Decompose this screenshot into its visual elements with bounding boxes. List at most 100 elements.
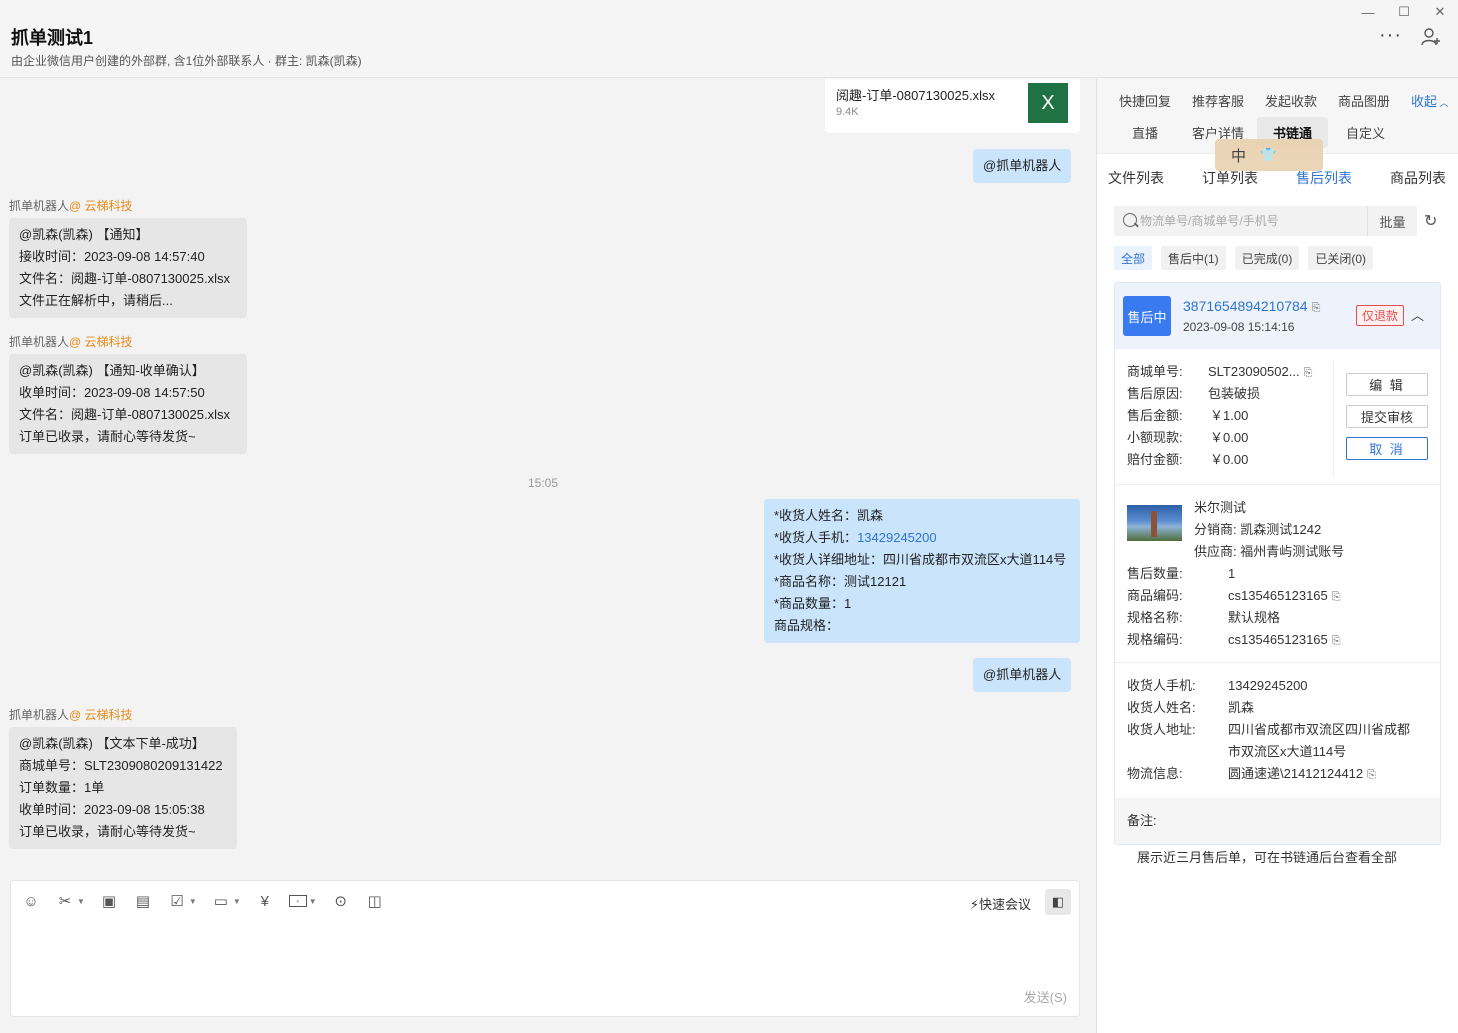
message-line: 接收时间：2023-09-08 14:57:40 [19,249,205,264]
search-icon [1123,213,1137,227]
sender-name[interactable]: 抓单机器人 [9,335,69,349]
search-box: 批量 [1114,206,1417,236]
folder-icon[interactable]: ▭ [211,891,231,911]
supplier-row: 供应商: 福州青屿测试账号 [1194,544,1345,559]
search-input[interactable] [1140,206,1360,236]
footer-note: 展示近三月售后单，可在书链通后台查看全部 [1137,850,1398,865]
message-list[interactable]: 阅趣-订单-0807130025.xlsx 9.4K X @抓单机器人 抓单机器… [0,79,1096,877]
product-thumbnail[interactable] [1127,505,1182,541]
message-line: *收货人姓名：凯森 [774,508,884,523]
filter-completed[interactable]: 已完成(0) [1234,246,1300,270]
tab-product-list[interactable]: 商品列表 [1390,168,1446,188]
minimize-icon[interactable]: — [1350,2,1386,22]
tab-quick-reply[interactable]: 快捷回复 [1119,91,1171,110]
window-controls: — ☐ ✕ [1350,2,1458,22]
input-method-floater[interactable]: 中 👕 [1215,139,1323,171]
side-panel-toggle-icon[interactable]: ◧ [1045,889,1071,915]
message-line: *商品数量：1 [774,596,852,611]
bot-message[interactable]: @凯森(凯森) 【文本下单-成功】 商城单号：SLT23090802091314… [9,727,237,849]
sender-name[interactable]: 抓单机器人 [9,199,69,213]
refund-info-section: 商城单号: SLT23090502... ⎘ 售后原因: 包装破损 售后金额: ￥1.0… [1115,349,1440,485]
logistics-row: 物流信息: 圆通速递\21412124412 ⎘ [1127,763,1376,786]
status-filters: 全部 售后中(1) 已完成(0) 已关闭(0) [1114,246,1382,270]
copy-icon[interactable]: ⎘ [1312,302,1321,315]
bot-message[interactable]: @凯森(凯森) 【通知】 接收时间：2023-09-08 14:57:40 文件… [9,218,247,318]
live-icon[interactable]: ◦ [288,895,307,907]
lightning-icon: ⚡ [969,897,979,912]
message-line: 订单已收录，请耐心等待发货~ [19,429,196,444]
message-line: 订单已收录，请耐心等待发货~ [19,824,196,839]
tab-payment[interactable]: 发起收款 [1265,91,1317,110]
batch-button[interactable]: 批量 [1367,206,1417,236]
emoji-icon[interactable]: ☺ [21,891,41,911]
more-tools-icon[interactable]: ⊙ [331,891,351,911]
status-badge: 售后中 [1123,296,1171,336]
tab-live[interactable]: 直播 [1132,123,1158,142]
chevron-down-icon[interactable]: ▼ [309,897,317,906]
copy-icon[interactable]: ⎘ [1304,362,1313,384]
edit-button[interactable]: 编 辑 [1346,373,1428,396]
file-message[interactable]: 阅趣-订单-0807130025.xlsx 9.4K X [825,79,1080,133]
quick-meeting-button[interactable]: ⚡快速会议 [970,894,1031,913]
ime-mode: 中 [1231,147,1247,165]
message-line: *商品名称：测试12121 [774,574,907,589]
product-section: 米尔测试 分销商: 凯森测试1242 供应商: 福州青屿测试账号 售后数量: 1 … [1115,485,1440,663]
add-member-icon[interactable] [1420,26,1442,48]
message-line: 订单数量：1单 [19,780,105,795]
tab-custom[interactable]: 自定义 [1346,123,1385,142]
task-icon[interactable]: ☑ [167,891,187,911]
payment-icon[interactable]: ¥ [255,891,275,911]
time-separator: 15:05 [528,476,559,490]
screenshot-icon[interactable]: ✂ [55,891,75,911]
chevron-down-icon[interactable]: ▼ [189,897,197,906]
image-icon[interactable]: ▣ [99,891,119,911]
mention-message[interactable]: @抓单机器人 [973,658,1072,692]
compensation-row: 赔付金额: ￥0.00 [1127,452,1249,467]
bot-message[interactable]: @凯森(凯森) 【通知-收单确认】 收单时间：2023-09-08 14:57:… [9,354,247,454]
copy-icon[interactable]: ⎘ [1367,764,1376,786]
amount-row: 售后金额: ￥1.00 [1127,408,1249,423]
feedback-icon[interactable]: ◫ [365,891,385,911]
sender-name[interactable]: 抓单机器人 [9,708,69,722]
send-button[interactable]: 发送(S) [1024,987,1067,1006]
cancel-button[interactable]: 取 消 [1346,437,1428,460]
tab-product-album[interactable]: 商品图册 [1338,91,1390,110]
filter-in-progress[interactable]: 售后中(1) [1161,246,1226,270]
remark-label: 备注: [1127,813,1157,828]
collapse-button[interactable]: 收起 ︿ [1411,91,1449,110]
file-name: 阅趣-订单-0807130025.xlsx [836,88,995,103]
more-options-icon[interactable]: ··· [1379,24,1402,47]
qty-row: 售后数量: 1 [1127,566,1236,581]
message-line: *收货人手机：13429245200 [774,530,937,545]
mention-message[interactable]: @抓单机器人 [973,149,1072,183]
refresh-icon[interactable]: ↻ [1424,211,1437,231]
tab-file-list[interactable]: 文件列表 [1108,168,1164,188]
side-panel: 快捷回复 推荐客服 发起收款 商品图册 收起 ︿ 直播 客户详情 书链通 自定义… [1096,79,1458,1033]
filter-closed[interactable]: 已关闭(0) [1308,246,1374,270]
copy-icon[interactable]: ⎘ [1332,586,1341,608]
message-composer[interactable]: ☺ ✂ ▼ ▣ ▤ ☑ ▼ ▭ ▼ ¥ ◦ ▼ ⊙ ◫ ⚡快速会议 ◧ 发送(S) [10,880,1080,1017]
chevron-up-icon: ︿ [1437,98,1449,108]
maximize-icon[interactable]: ☐ [1386,2,1422,22]
tab-after-sales-list[interactable]: 售后列表 [1296,168,1352,188]
chevron-down-icon[interactable]: ▼ [233,897,241,906]
card-header[interactable]: 售后中 3871654894210784 ⎘ 2023-09-08 15:14:1… [1115,283,1440,349]
sender-label: 抓单机器人@ 云梯科技 [9,333,133,350]
phone-link[interactable]: 13429245200 [857,530,937,545]
chevron-up-icon[interactable]: ︿ [1411,305,1424,324]
document-icon[interactable]: ▤ [133,891,153,911]
submit-review-button[interactable]: 提交审核 [1346,405,1428,428]
tab-recommend-agent[interactable]: 推荐客服 [1192,91,1244,110]
order-number[interactable]: 3871654894210784 ⎘ [1183,298,1320,315]
order-message[interactable]: *收货人姓名：凯森 *收货人手机：13429245200 *收货人详细地址：四川… [764,499,1080,643]
copy-icon[interactable]: ⎘ [1332,630,1341,652]
tab-order-list[interactable]: 订单列表 [1202,168,1258,188]
chevron-down-icon[interactable]: ▼ [77,897,85,906]
remark-section[interactable]: 备注: [1115,798,1440,844]
distributor-row: 分销商: 凯森测试1242 [1194,522,1322,537]
sender-org: @ 云梯科技 [69,335,133,349]
chat-header: 抓单测试1 由企业微信用户创建的外部群, 含1位外部联系人 · 群主: 凯森(凯… [0,0,1458,78]
receiver-address-row: 收货人地址: 四川省成都市双流区四川省成都 [1127,722,1411,737]
close-icon[interactable]: ✕ [1422,2,1458,22]
filter-all[interactable]: 全部 [1114,246,1153,270]
